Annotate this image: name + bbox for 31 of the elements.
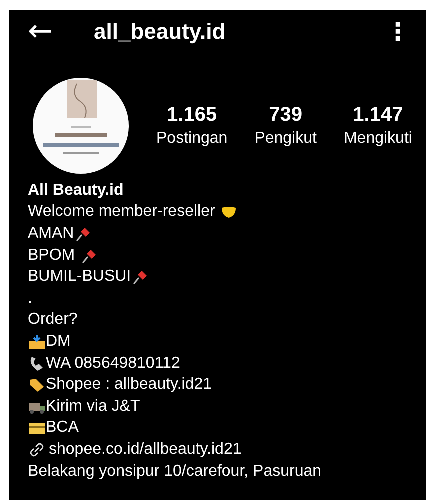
stat-count: 739 <box>269 104 302 127</box>
credit-card-icon <box>28 420 46 436</box>
pushpin-icon <box>131 269 150 286</box>
menu-button[interactable]: ⋮ <box>386 18 410 46</box>
back-button[interactable]: ← <box>28 17 76 47</box>
bio-text: BPOM <box>28 246 76 265</box>
link-icon <box>28 442 46 458</box>
bio-text: DM <box>46 332 71 351</box>
phone-icon <box>28 356 46 372</box>
display-name: All Beauty.id <box>28 181 125 201</box>
stat-label: Postingan <box>156 130 228 148</box>
stat-label: Mengikuti <box>344 130 412 148</box>
bio-text: AMAN <box>28 224 74 243</box>
inbox-icon <box>28 334 46 350</box>
pushpin-icon <box>80 248 98 264</box>
profile-username: all_beauty.id <box>94 19 227 45</box>
bio-text: Order? <box>28 311 78 330</box>
bio-text: Belakang yonsipur 10/carefour, Pasuruan <box>28 462 322 481</box>
stat-count: 1.165 <box>167 104 218 127</box>
bio-text: BUMIL-BUSUI <box>28 268 132 286</box>
tag-icon <box>28 377 46 394</box>
bio-text: Shopee : allbeauty.id21 <box>46 376 212 394</box>
website-link[interactable]: shopee.co.id/allbeauty.id21 <box>49 440 242 459</box>
bio-text: Welcome member-reseller <box>28 203 216 222</box>
stat-label: Pengikut <box>254 130 317 148</box>
stat-count: 1.147 <box>353 104 404 127</box>
bio-text: BCA <box>46 419 79 438</box>
pushpin-icon <box>74 226 92 242</box>
bio-text: . <box>28 290 32 308</box>
bio-text: WA 085649810112 <box>46 354 180 373</box>
bio-text: Kirim via J&T <box>46 398 140 416</box>
